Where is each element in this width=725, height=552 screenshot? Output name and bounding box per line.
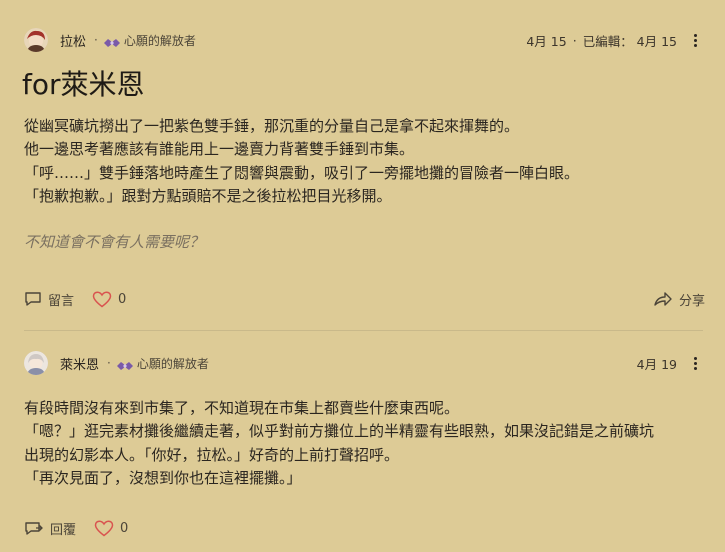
post-line: 他一邊思考著應該有誰能用上一邊賣力背著雙手錘到市集。 — [24, 140, 415, 159]
like-button[interactable]: 0 — [94, 519, 129, 537]
post-actions: 留言 0 分享 — [24, 288, 705, 310]
reply-icon — [25, 522, 43, 535]
heart-icon — [94, 519, 114, 536]
post-reply: 萊米恩 · 心願的解放者 4月 19 有段時間沒有來到市集了，不知道現在市集上都… — [0, 331, 725, 552]
badge-icon — [116, 357, 134, 370]
share-icon — [654, 292, 672, 306]
post-date: 4月 15 — [526, 33, 567, 49]
post-line: 「嗯？」逛完素材攤後繼續走著，似乎對前方攤位上的半精靈有些眼熟，如果沒記錯是之前… — [24, 422, 655, 441]
post-line-blank — [24, 208, 705, 231]
meta-dot: · — [94, 33, 98, 47]
author-name[interactable]: 萊米恩 — [60, 354, 99, 373]
more-options-icon[interactable] — [685, 353, 705, 373]
post-line: 從幽冥礦坑撈出了一把紫色雙手錘，那沉重的分量自己是拿不起來揮舞的。 — [24, 117, 520, 135]
author-name[interactable]: 拉松 — [60, 31, 86, 50]
heart-icon — [92, 290, 112, 307]
meta-dot: · — [572, 32, 577, 48]
post-meta: 拉松 · 心願的解放者 4月 15 · 已編輯： 4月 15 — [24, 27, 705, 53]
edited-date: 已編輯： 4月 15 — [582, 33, 677, 49]
post-title: for萊米恩 — [22, 68, 145, 101]
avatar[interactable] — [24, 28, 48, 52]
post-body: 有段時間沒有來到市集了，不知道現在市集上都賣些什麼東西呢。 「嗯？」逛完素材攤後… — [24, 397, 705, 490]
comment-button[interactable]: 留言 — [24, 290, 74, 309]
avatar[interactable] — [24, 351, 48, 375]
post-meta: 萊米恩 · 心願的解放者 4月 19 — [24, 350, 705, 376]
comment-icon — [25, 292, 41, 306]
comment-label: 留言 — [48, 293, 75, 309]
post-line: 出現的幻影本人。「你好，拉松。」好奇的上前打聲招呼。 — [24, 445, 400, 464]
like-count: 0 — [118, 291, 127, 307]
badge-label: 心願的解放者 — [123, 33, 196, 48]
badge-label: 心願的解放者 — [136, 356, 209, 371]
share-button[interactable]: 分享 — [653, 290, 705, 309]
like-button[interactable]: 0 — [92, 290, 127, 308]
post-original: 拉松 · 心願的解放者 4月 15 · 已編輯： 4月 15 for萊米恩 從幽… — [0, 0, 725, 330]
badge-icon — [103, 34, 121, 47]
reply-label: 回覆 — [50, 522, 77, 538]
share-label: 分享 — [678, 293, 705, 309]
meta-dot: · — [107, 356, 111, 370]
post-body: 從幽冥礦坑撈出了一把紫色雙手錘，那沉重的分量自己是拿不起來揮舞的。 他一邊思考著… — [24, 115, 705, 255]
post-date: 4月 19 — [636, 356, 677, 372]
post-line: 有段時間沒有來到市集了，不知道現在市集上都賣些什麼東西呢。 — [24, 399, 460, 417]
post-line: 「呼……」雙手錘落地時產生了悶響與震動，吸引了一旁擺地攤的冒險者一陣白眼。 — [24, 163, 580, 182]
post-actions: 回覆 0 — [24, 517, 705, 539]
reply-button[interactable]: 回覆 — [24, 519, 76, 538]
post-line: 不知道會不會有人需要呢？ — [24, 233, 205, 252]
like-count: 0 — [120, 520, 129, 536]
post-line: 「抱歉抱歉。」跟對方點頭賠不是之後拉松把目光移開。 — [24, 186, 392, 205]
more-options-icon[interactable] — [685, 30, 705, 50]
post-line: 「再次見面了，沒想到你也在這裡擺攤。」 — [24, 468, 302, 487]
